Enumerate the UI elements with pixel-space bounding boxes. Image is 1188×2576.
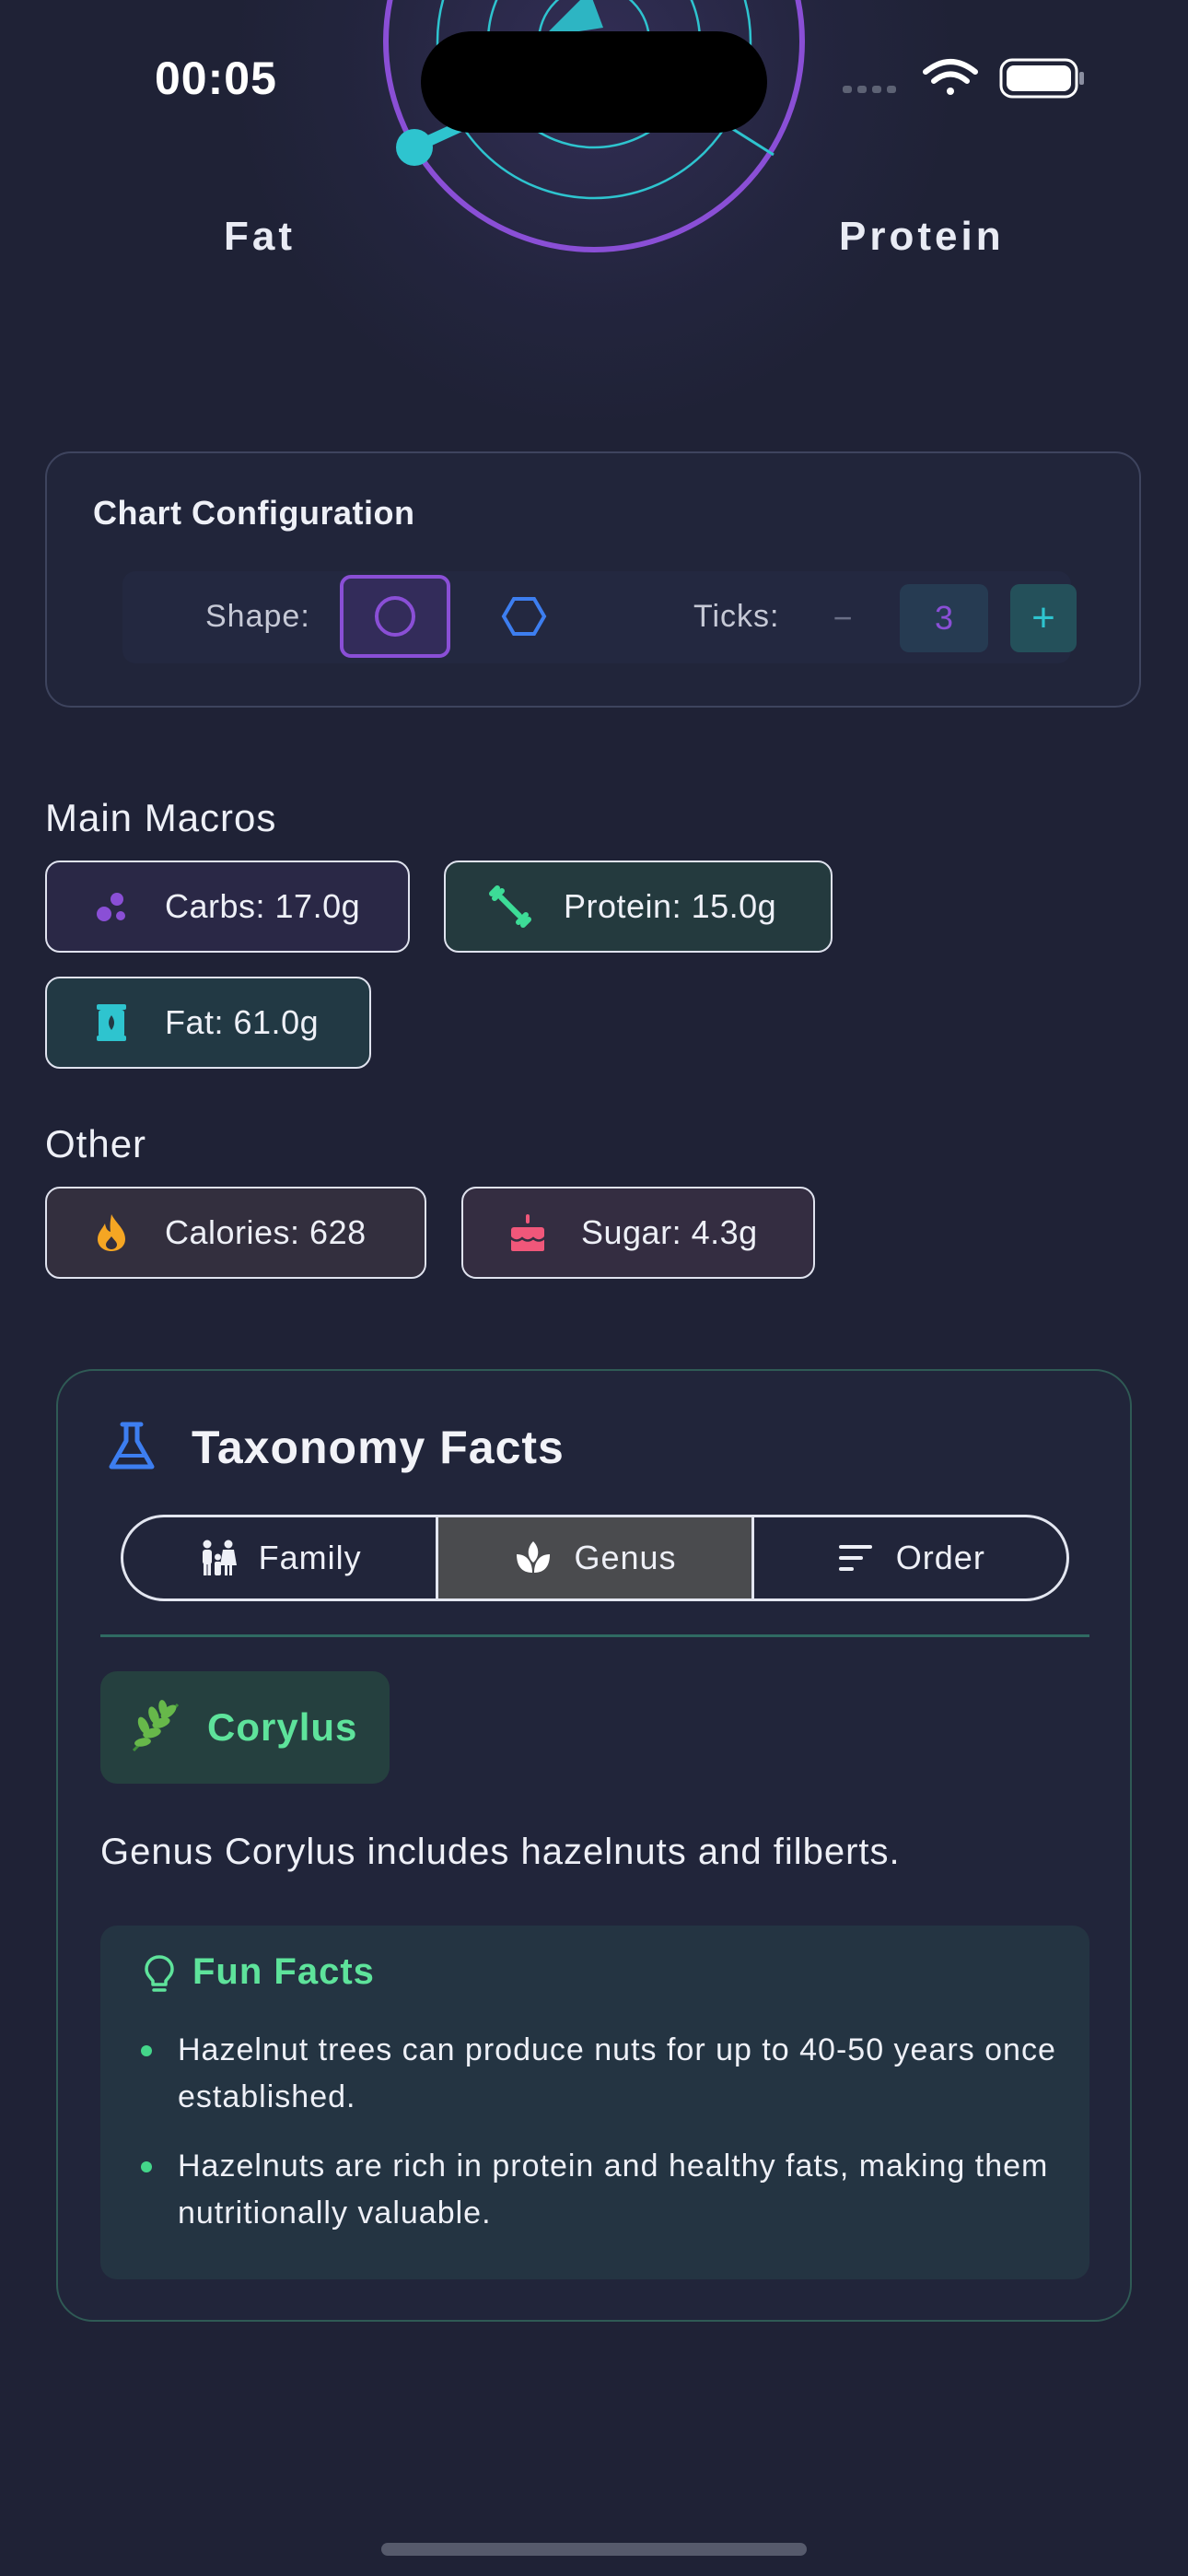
macro-chip-fat[interactable]: Fat: 61.0g — [45, 977, 371, 1069]
nutrient-chip-label: Sugar: 4.3g — [581, 1213, 758, 1251]
taxonomy-tab-selector: Family Genus Order — [121, 1515, 1069, 1601]
macro-chip-label: Fat: 61.0g — [165, 1003, 320, 1041]
tab-genus-label: Genus — [574, 1539, 677, 1576]
sprout-icon — [517, 1541, 551, 1573]
macro-chip-label: Carbs: 17.0g — [165, 887, 361, 925]
ticks-increment-button[interactable]: + — [1010, 584, 1077, 652]
other-section-title: Other — [45, 1122, 147, 1165]
taxonomy-facts-card: Taxonomy Facts Family Genus Order Corylu… — [56, 1369, 1132, 2322]
tab-order-label: Order — [895, 1539, 985, 1576]
hexagon-icon — [501, 597, 547, 636]
shape-hexagon-button[interactable] — [469, 575, 579, 658]
nutrient-chip-sugar[interactable]: Sugar: 4.3g — [461, 1187, 815, 1279]
oil-bottle-icon — [84, 1002, 139, 1043]
macro-chip-label: Protein: 15.0g — [564, 887, 777, 925]
lightbulb-icon — [145, 1955, 174, 1992]
bullet-dot — [141, 2045, 152, 2056]
macro-chip-carbs[interactable]: Carbs: 17.0g — [45, 861, 410, 953]
flame-icon — [84, 1212, 139, 1253]
chart-configuration-card: Chart Configuration Shape: Ticks: − 3 + — [45, 451, 1141, 708]
circle-icon — [375, 596, 415, 637]
shape-label: Shape: — [205, 599, 310, 634]
dynamic-island — [421, 31, 767, 133]
ticks-label: Ticks: — [693, 599, 780, 634]
fun-facts-title: Fun Facts — [192, 1951, 375, 1992]
nutrient-chip-label: Calories: 628 — [165, 1213, 367, 1251]
macro-chip-protein[interactable]: Protein: 15.0g — [444, 861, 833, 953]
tab-family-label: Family — [258, 1539, 362, 1576]
flask-icon — [109, 1422, 155, 1469]
radar-axis-label-protein: Protein — [839, 214, 1005, 259]
battery-icon — [999, 58, 1084, 99]
nutrient-chip-calories[interactable]: Calories: 628 — [45, 1187, 426, 1279]
radar-axis-label-fat: Fat — [224, 214, 296, 259]
cake-icon — [500, 1212, 555, 1253]
fun-fact-item: Hazelnuts are rich in protein and health… — [141, 2143, 1062, 2237]
tab-genus[interactable]: Genus — [436, 1517, 751, 1598]
bullet-dot — [141, 2161, 152, 2172]
genus-name: Corylus — [207, 1705, 358, 1749]
wifi-icon — [923, 59, 978, 95]
radar-data-point — [396, 129, 433, 166]
taxonomy-divider — [100, 1634, 1089, 1637]
taxonomy-facts-title: Taxonomy Facts — [192, 1422, 565, 1473]
fun-fact-item: Hazelnut trees can produce nuts for up t… — [141, 2027, 1062, 2121]
chart-configuration-title: Chart Configuration — [93, 494, 415, 532]
sort-lines-icon — [838, 1545, 872, 1571]
shape-circle-button[interactable] — [340, 575, 450, 658]
tab-order[interactable]: Order — [751, 1517, 1066, 1598]
ticks-decrement-button[interactable]: − — [815, 584, 870, 652]
genus-description: Genus Corylus includes hazelnuts and fil… — [100, 1832, 901, 1872]
herb-icon — [132, 1700, 180, 1752]
cellular-signal-icon — [843, 86, 896, 93]
genus-badge: Corylus — [100, 1671, 390, 1784]
tab-family[interactable]: Family — [123, 1517, 436, 1598]
dumbbell-icon — [483, 885, 538, 928]
fun-fact-text: Hazelnuts are rich in protein and health… — [178, 2149, 1049, 2231]
ticks-value: 3 — [900, 584, 988, 652]
fun-fact-text: Hazelnut trees can produce nuts for up t… — [178, 2032, 1056, 2114]
fun-facts-box: Fun Facts Hazelnut trees can produce nut… — [100, 1926, 1089, 2279]
chart-configuration-controls: Shape: Ticks: − 3 + — [122, 571, 1077, 663]
main-macros-title: Main Macros — [45, 796, 277, 839]
status-time: 00:05 — [155, 53, 277, 104]
home-indicator[interactable] — [381, 2543, 807, 2556]
status-icons — [843, 58, 1084, 99]
carbs-molecule-icon — [84, 886, 139, 927]
family-icon — [202, 1540, 237, 1575]
